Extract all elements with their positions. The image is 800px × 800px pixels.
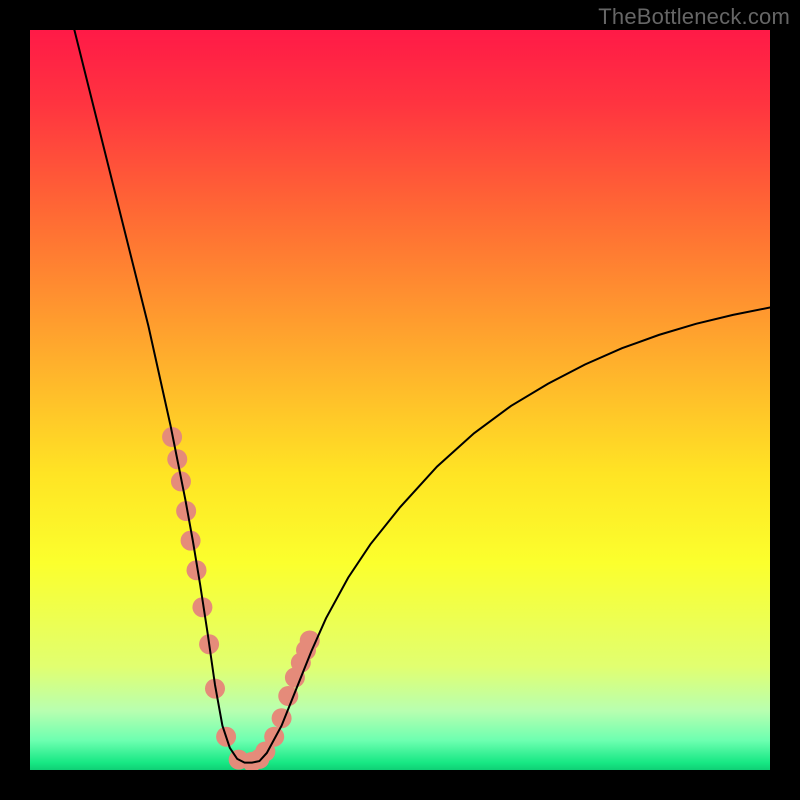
chart-svg	[30, 30, 770, 770]
plot-area	[30, 30, 770, 770]
watermark-text: TheBottleneck.com	[598, 4, 790, 30]
chart-background	[30, 30, 770, 770]
data-point	[264, 727, 284, 747]
chart-frame: TheBottleneck.com	[0, 0, 800, 800]
